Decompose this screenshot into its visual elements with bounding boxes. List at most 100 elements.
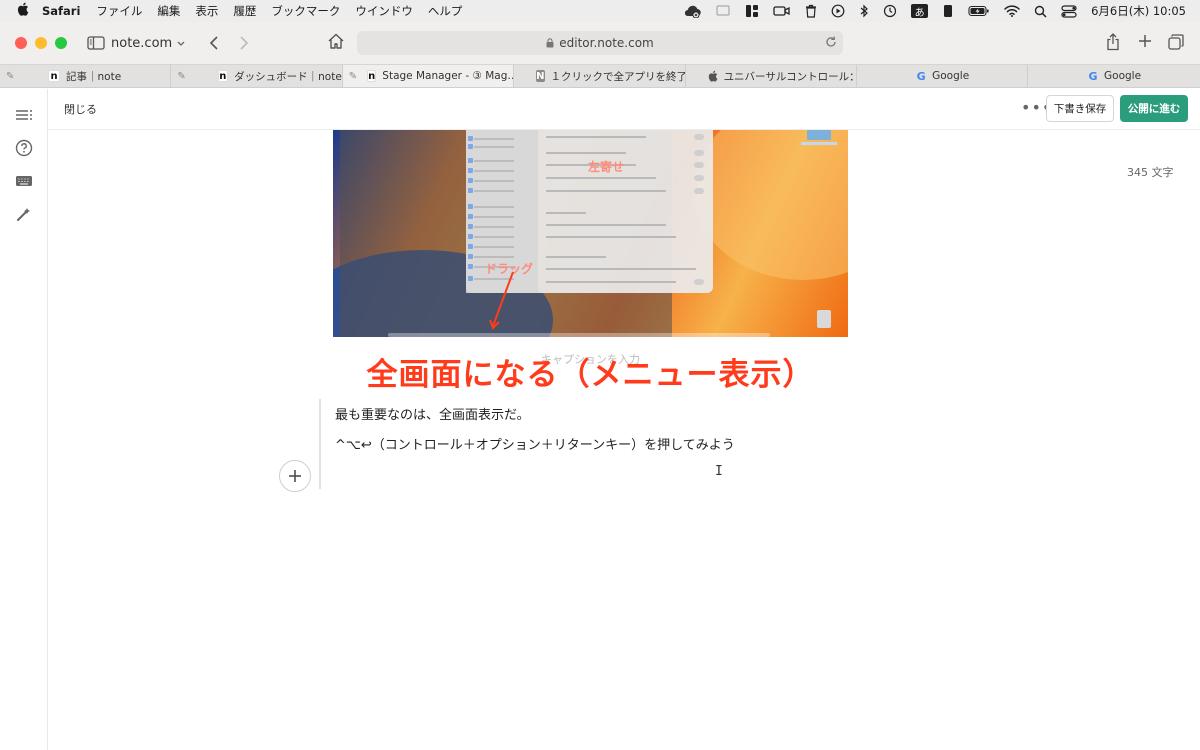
tab-google-1[interactable]: G Google [857, 65, 1029, 87]
video-camera-icon[interactable] [773, 4, 791, 18]
save-draft-button[interactable]: 下書き保存 [1046, 95, 1114, 122]
sidebar-icon [468, 244, 473, 249]
sidebar-icon [468, 158, 473, 163]
drag-arrow-icon [489, 271, 514, 330]
setting-toggle [694, 175, 704, 181]
editor-left-rail [0, 89, 48, 750]
menu-window[interactable]: ウインドウ [355, 3, 413, 19]
menu-bar-extras: あ 6月6日(木) 10:05 [669, 0, 1200, 22]
time-machine-icon[interactable] [883, 4, 897, 18]
sidebar-line [474, 216, 514, 218]
window-close-button[interactable] [15, 37, 27, 49]
article-text-block[interactable]: 最も重要なのは、全画面表示だ。 ^⌥↩（コントロール＋オプション＋リターンキー）… [319, 399, 859, 489]
sidebar-icon [468, 168, 473, 173]
menu-file[interactable]: ファイル [96, 3, 142, 19]
wifi-icon[interactable] [1004, 5, 1020, 17]
tab-label: １クリックで全アプリを終了… [550, 70, 686, 83]
tab-bar: ✎ n 記事｜note ✎ n ダッシュボード｜note ✎ n Stage M… [0, 64, 1200, 88]
menu-help[interactable]: ヘルプ [428, 3, 463, 19]
bluetooth-icon[interactable] [859, 4, 869, 18]
add-block-button[interactable] [279, 460, 311, 492]
note-favicon-icon: n [367, 70, 377, 82]
tab-note-articles[interactable]: ✎ n 記事｜note [0, 65, 172, 87]
table-of-contents-icon[interactable] [14, 105, 34, 125]
window-minimize-button[interactable] [35, 37, 47, 49]
fullscreen-heading-overlay: 全画面になる（メニュー表示） [366, 357, 815, 393]
battery-charging-icon[interactable] [968, 5, 990, 17]
paragraph-1[interactable]: 最も重要なのは、全画面表示だ。 [335, 404, 530, 423]
n-box-favicon-icon: N [536, 70, 545, 82]
tab-quit-all-apps[interactable]: N １クリックで全アプリを終了… [514, 65, 686, 87]
menu-app-name[interactable]: Safari [42, 4, 80, 18]
sidebar-line [474, 256, 514, 258]
sidebar-icon [468, 234, 473, 239]
tab-overview-icon[interactable] [1168, 34, 1184, 50]
trash-icon[interactable] [805, 4, 817, 18]
help-icon[interactable] [14, 138, 34, 158]
home-icon[interactable] [327, 32, 345, 50]
sidebar-line [474, 236, 514, 238]
creative-cloud-icon[interactable] [683, 4, 701, 18]
play-circle-icon[interactable] [831, 4, 845, 18]
spotlight-search-icon[interactable] [1034, 5, 1047, 18]
annotation-left-align: 左寄せ [588, 160, 625, 174]
sidebar-line [474, 138, 514, 140]
keyboard-icon[interactable] [14, 171, 34, 191]
menu-bookmarks[interactable]: ブックマーク [271, 3, 340, 19]
setting-row [546, 177, 656, 179]
menu-bar-clock[interactable]: 6月6日(木) 10:05 [1091, 3, 1186, 19]
sidebar-line [474, 246, 514, 248]
tab-stage-manager[interactable]: ✎ n Stage Manager - ③ Mag… [342, 65, 515, 87]
paragraph-2[interactable]: ^⌥↩（コントロール＋オプション＋リターンキー）を押してみよう [335, 434, 735, 453]
new-tab-icon[interactable] [1138, 34, 1152, 48]
setting-row [546, 224, 666, 226]
sidebar-icon [468, 188, 473, 193]
setting-row [546, 236, 676, 238]
reload-icon[interactable] [825, 35, 837, 52]
sidebar-icon [468, 136, 473, 141]
apple-menu-icon[interactable] [16, 2, 30, 20]
back-icon[interactable] [209, 36, 219, 50]
publish-button[interactable]: 公開に進む [1120, 95, 1188, 122]
tab-group-selector[interactable]: note.com [111, 36, 185, 51]
sidebar-icon [468, 224, 473, 229]
article-image[interactable]: 左寄せ ドラッグ [333, 130, 848, 337]
note-favicon-icon: n [217, 70, 229, 82]
tab-note-dashboard[interactable]: ✎ n ダッシュボード｜note [171, 65, 343, 87]
setting-row [546, 190, 666, 192]
sidebar-icon [468, 204, 473, 209]
tab-universal-control[interactable]: ユニバーサルコントロール：1… [686, 65, 857, 87]
sidebar-line [474, 160, 514, 162]
setting-row [546, 152, 626, 154]
window-fullscreen-button[interactable] [55, 37, 67, 49]
tab-label: Google [932, 70, 970, 82]
tab-google-2[interactable]: G Google [1028, 65, 1199, 87]
wallpaper-shape [693, 130, 848, 280]
hard-drive-icon [807, 130, 831, 140]
apple-favicon-icon [708, 70, 718, 82]
screen-share-icon[interactable] [715, 4, 731, 18]
menu-view[interactable]: 表示 [195, 3, 218, 19]
sidebar-line [474, 206, 514, 208]
share-icon[interactable] [1106, 33, 1120, 51]
sidebar-icon [468, 276, 473, 281]
notes-book-icon[interactable] [942, 4, 954, 18]
tab-label: Stage Manager - ③ Mag… [382, 70, 515, 82]
address-bar[interactable]: editor.note.com [357, 31, 843, 55]
control-center-icon[interactable] [1061, 4, 1077, 18]
sidebar-line [474, 180, 514, 182]
input-method-indicator[interactable]: あ [911, 4, 929, 19]
menu-history[interactable]: 履歴 [233, 3, 256, 19]
browser-toolbar: note.com editor.note.com [0, 22, 1200, 64]
sidebar-line [474, 170, 514, 172]
window-layout-icon[interactable] [745, 4, 759, 18]
forward-icon[interactable] [239, 36, 249, 50]
close-link[interactable]: 閉じる [64, 101, 97, 117]
setting-toggle [694, 150, 704, 156]
setting-toggle [694, 162, 704, 168]
character-count: 345 文字 [1127, 166, 1174, 179]
setting-row [546, 136, 646, 138]
menu-edit[interactable]: 編集 [157, 3, 180, 19]
sidebar-toggle-icon[interactable] [87, 36, 105, 50]
magic-pen-icon[interactable] [14, 204, 34, 224]
